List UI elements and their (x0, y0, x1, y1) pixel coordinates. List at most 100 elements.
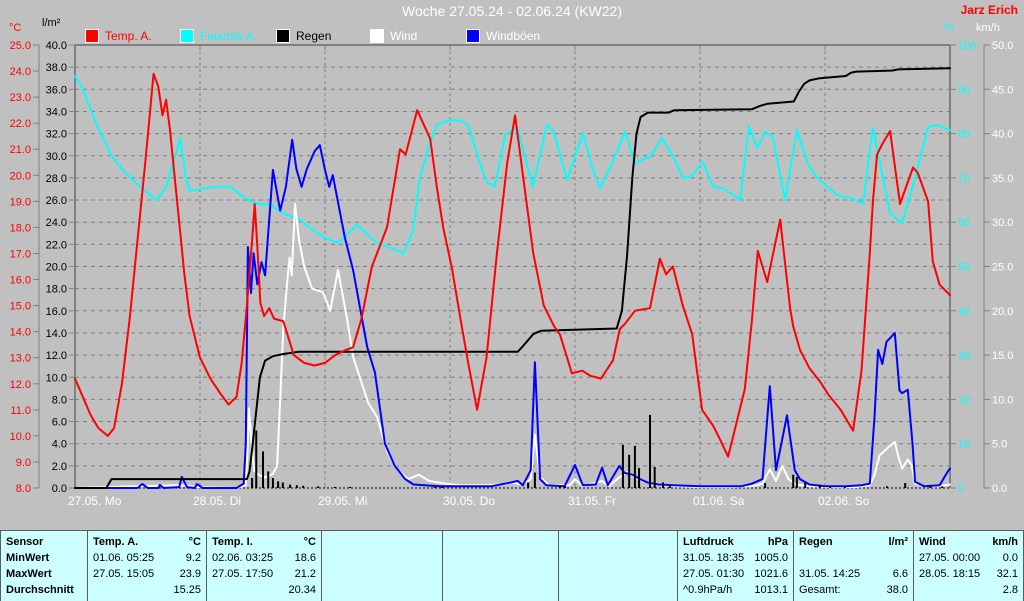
avg-value (448, 582, 553, 598)
temp-axis-tick-label: 22.0 (10, 118, 31, 130)
temp-axis-tick-label: 16.0 (10, 275, 31, 287)
min-value: 0.0 (980, 550, 1018, 566)
min-value (448, 550, 553, 566)
table-cell: 31.05. 14:256.6 (794, 566, 913, 582)
max-value: 1021.6 (744, 566, 788, 582)
temp-axis-tick-label: 21.0 (10, 144, 31, 156)
avg-value: 20.34 (212, 582, 316, 598)
rain-bar (669, 485, 671, 488)
wind-axis-tick-label: 20.0 (992, 306, 1013, 318)
rain-axis-tick-label: 24.0 (46, 217, 67, 229)
legend-item-1: Feuchte A. (180, 28, 257, 44)
rain-bar (441, 486, 443, 488)
rain-bar (829, 486, 831, 488)
table-cell (559, 582, 677, 598)
table-cell: 28.05. 18:1532.1 (914, 566, 1023, 582)
legend-label: Wind (390, 29, 417, 43)
rain-axis-tick-label: 36.0 (46, 84, 67, 96)
rain-bar (267, 471, 269, 488)
table-cell: Regenl/m² (794, 534, 913, 550)
wind-axis-tick-label: 35.0 (992, 173, 1013, 185)
legend-swatch-icon (370, 29, 384, 43)
rain-bar (317, 486, 319, 488)
sensor-name: Luftdruck (683, 534, 734, 550)
temp-axis-tick-label: 9.0 (16, 457, 31, 469)
table-cell: 01.06. 05:259.2 (88, 550, 206, 566)
rain-bar (929, 486, 931, 488)
temp-axis-tick-label: 18.0 (10, 222, 31, 234)
legend-label: Temp. A. (105, 29, 152, 43)
avg-value (564, 582, 672, 598)
rain-bar (272, 478, 274, 488)
max-time: 31.05. 14:25 (799, 566, 860, 582)
wind-axis-tick-label: 30.0 (992, 217, 1013, 229)
rain-axis-tick-label: 38.0 (46, 62, 67, 74)
table-cell: Windkm/h (914, 534, 1023, 550)
temp-axis-tick-label: 19.0 (10, 196, 31, 208)
max-value: 32.1 (980, 566, 1018, 582)
wind-axis-tick-label: 40.0 (992, 129, 1013, 141)
min-time: 31.05. 18:35 (683, 550, 744, 566)
temp-axis-tick-label: 11.0 (10, 405, 31, 417)
legend-item-4: Windböen (466, 28, 540, 44)
min-value (799, 550, 908, 566)
rain-bar (334, 487, 336, 488)
rain-axis-tick-label: 6.0 (52, 417, 67, 429)
table-sensor-column-Temp. A.: Temp. A.°C01.06. 05:259.227.05. 15:0523.… (88, 531, 207, 601)
max-value (327, 566, 437, 582)
sensor-unit (327, 534, 437, 550)
rain-bar (819, 485, 821, 488)
rain-axis-tick-label: 10.0 (46, 372, 67, 384)
sensor-unit: °C (138, 534, 201, 550)
legend-swatch-icon (276, 29, 290, 43)
table-cell (443, 582, 558, 598)
rain-bar (302, 486, 304, 488)
table-cell (322, 582, 442, 598)
rain-axis-tick-label: 0.0 (52, 483, 67, 495)
humidity-axis-tick-label: 40 (958, 306, 970, 318)
station-name: Jarz Erich (961, 3, 1018, 17)
rain-bar (804, 483, 806, 488)
sensor-unit: l/m² (833, 534, 908, 550)
rain-bar (255, 430, 257, 488)
rain-bar (796, 477, 798, 488)
sensor-name: Wind (919, 534, 946, 550)
rain-bar (251, 478, 253, 488)
wind-axis-tick-label: 10.0 (992, 394, 1013, 406)
rain-bar (654, 467, 656, 488)
temp-axis-tick-label: 10.0 (10, 431, 31, 443)
min-time: 02.06. 03:25 (212, 550, 273, 566)
rain-bar (941, 486, 943, 488)
rain-axis-tick-label: 2.0 (52, 461, 67, 473)
rain-axis-tick-label: 20.0 (46, 262, 67, 274)
rain-bar (662, 482, 664, 488)
avg-value: 15.25 (93, 582, 201, 598)
table-row-label: MinWert (1, 550, 87, 566)
chart-legend: Temp. A.Feuchte A.RegenWindWindböen (0, 28, 1024, 44)
table-sensor-column-empty (322, 531, 443, 601)
temp-axis-tick-label: 24.0 (10, 66, 31, 78)
rain-axis-tick-label: 34.0 (46, 106, 67, 118)
sensor-name: Temp. A. (93, 534, 138, 550)
series-wind (75, 204, 950, 488)
avg-label: ^0.9hPa/h (683, 582, 732, 598)
table-cell (559, 566, 677, 582)
max-value: 6.6 (860, 566, 908, 582)
avg-label: Gesamt: (799, 582, 841, 598)
rain-bar (289, 485, 291, 488)
rain-axis-tick-label: 26.0 (46, 195, 67, 207)
legend-item-3: Wind (370, 28, 417, 44)
rain-axis-tick-label: 32.0 (46, 129, 67, 141)
legend-item-0: Temp. A. (85, 28, 152, 44)
table-cell: 27.05. 01:301021.6 (678, 566, 793, 582)
min-value (327, 550, 437, 566)
table-sensor-column-empty (443, 531, 559, 601)
table-cell: 27.05. 15:0523.9 (88, 566, 206, 582)
rain-bar (564, 486, 566, 488)
table-row-label: Sensor (1, 534, 87, 550)
avg-value: 38.0 (841, 582, 908, 598)
rain-axis-tick-label: 28.0 (46, 173, 67, 185)
table-cell (322, 534, 442, 550)
sensor-unit: hPa (734, 534, 788, 550)
rain-bar (559, 486, 561, 488)
